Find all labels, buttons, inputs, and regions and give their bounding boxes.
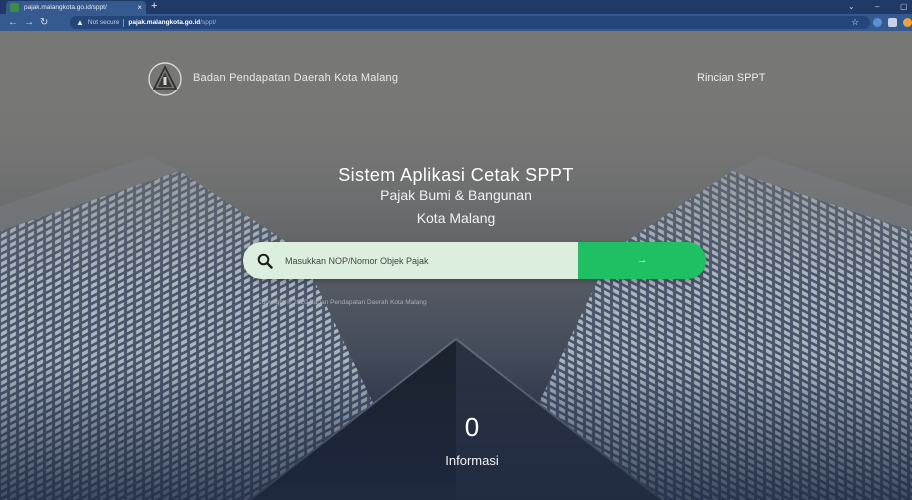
not-secure-label: Not secure [87, 19, 120, 26]
tab-close-button[interactable]: × [137, 3, 142, 12]
tab-bar: pajak.malangkota.go.id/sppt/ × + ⌄ – ▢ [0, 0, 912, 14]
reload-icon[interactable]: ↻ [40, 15, 48, 30]
puzzle-extension-icon[interactable] [888, 18, 897, 27]
url-path: /sppt/ [200, 19, 217, 26]
page-subtitle-city: Kota Malang [416, 210, 496, 226]
search-submit-button[interactable]: → [578, 242, 706, 279]
forward-icon[interactable]: → [24, 15, 34, 30]
nop-search-input[interactable] [285, 255, 565, 266]
nav-link-rincian-sppt[interactable]: Rincian SPPT [697, 72, 765, 84]
search-icon [257, 253, 273, 269]
org-name: Badan Pendapatan Daerah Kota Malang [193, 72, 399, 84]
bapenda-logo-icon [148, 62, 182, 96]
browser-toolbar: ← → ↻ ▲ Not secure pajak.malangkota.go.i… [0, 14, 912, 31]
profile-avatar[interactable] [903, 18, 912, 27]
page-title: Sistem Aplikasi Cetak SPPT [338, 165, 574, 185]
copyright-text: Copyright © 2020 Badan Pendapatan Daerah… [257, 299, 427, 306]
address-bar[interactable]: ▲ Not secure pajak.malangkota.go.id /spp… [70, 16, 870, 29]
warning-icon: ▲ [76, 18, 84, 27]
info-count[interactable]: 0 [440, 412, 504, 442]
tab-search-icon[interactable]: ⌄ [848, 0, 855, 14]
back-icon[interactable]: ← [8, 15, 18, 30]
browser-tab[interactable]: pajak.malangkota.go.id/sppt/ × [6, 1, 146, 14]
bookmark-star-icon[interactable]: ☆ [851, 15, 859, 30]
minimize-icon[interactable]: – [875, 0, 879, 14]
info-label[interactable]: Informasi [420, 453, 524, 468]
maximize-icon[interactable]: ▢ [900, 0, 908, 14]
divider [123, 18, 125, 27]
extension-icon[interactable] [873, 18, 882, 27]
page-subtitle: Pajak Bumi & Bangunan [380, 187, 532, 203]
url-host: pajak.malangkota.go.id [128, 19, 201, 26]
tab-title: pajak.malangkota.go.id/sppt/ [24, 4, 107, 11]
browser-window: pajak.malangkota.go.id/sppt/ × + ⌄ – ▢ ←… [0, 0, 912, 500]
new-tab-button[interactable]: + [151, 0, 157, 13]
search-field-container[interactable] [243, 242, 578, 279]
site-favicon-icon [10, 3, 19, 12]
nop-search-form: → [243, 242, 706, 279]
page-content: Badan Pendapatan Daerah Kota Malang Rinc… [0, 31, 912, 500]
